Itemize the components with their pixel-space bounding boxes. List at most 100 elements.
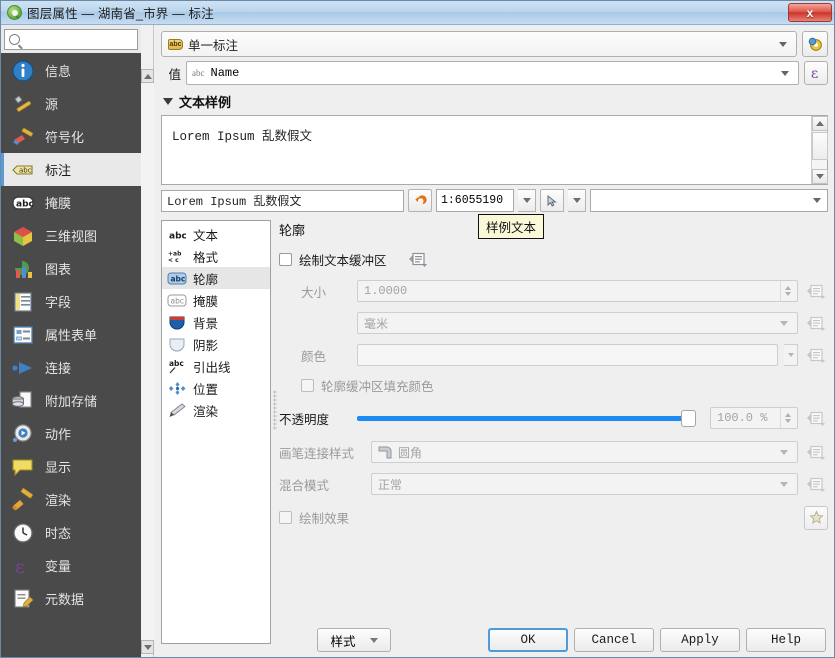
- buffer-opacity-stepper[interactable]: [780, 408, 795, 428]
- panel-item-placement[interactable]: 位置: [162, 377, 270, 399]
- fill-buffer-interior-checkbox[interactable]: [301, 379, 314, 392]
- sidebar-scroll-down-button[interactable]: [141, 640, 154, 654]
- value-field-combo[interactable]: abc Name: [186, 61, 799, 85]
- symbology-icon: [10, 125, 36, 149]
- panel-item-formatting[interactable]: +ab < c 格式: [162, 245, 270, 267]
- buffer-blend-mode-override-button[interactable]: [804, 473, 828, 495]
- map-scale-dropdown-button[interactable]: [518, 189, 536, 212]
- sidebar-scroll-up-button[interactable]: [141, 69, 154, 83]
- panel-item-callouts[interactable]: abc 引出线: [162, 355, 270, 377]
- panel-item-buffer[interactable]: abc 轮廓: [162, 267, 270, 289]
- sidebar-item-fields[interactable]: 字段: [1, 285, 141, 318]
- label-settings-button[interactable]: [802, 31, 828, 57]
- sidebar-item-labels[interactable]: abc 标注: [1, 153, 141, 186]
- search-box[interactable]: [4, 29, 170, 50]
- sidebar-item-joins[interactable]: 连接: [1, 351, 141, 384]
- panel-item-shadow[interactable]: 阴影: [162, 333, 270, 355]
- buffer-join-style-value: 圆角: [398, 445, 423, 460]
- buffer-color-dropdown-button[interactable]: [784, 344, 798, 366]
- sidebar-nav-list: 信息 源 符号化 abc 标注 abc 掩膜 三维视图 图表 字段 属性表单 连…: [1, 54, 141, 657]
- collapse-triangle-icon[interactable]: [163, 98, 173, 105]
- undo-arrow-icon: [414, 195, 427, 204]
- sidebar-item-masks[interactable]: abc 掩膜: [1, 186, 141, 219]
- buffer-join-style-override-button[interactable]: [804, 441, 828, 463]
- text-sample-section-header[interactable]: 文本样例: [155, 85, 834, 115]
- slider-handle[interactable]: [681, 409, 696, 427]
- panel-item-background[interactable]: 背景: [162, 311, 270, 333]
- buffer-unit-override-button[interactable]: [804, 312, 828, 334]
- cancel-button[interactable]: Cancel: [574, 628, 654, 652]
- window-title: 图层属性 — 湖南省_市界 — 标注: [27, 7, 214, 21]
- sidebar-item-symbology[interactable]: 符号化: [1, 120, 141, 153]
- sidebar-item-3d-view[interactable]: 三维视图: [1, 219, 141, 252]
- sidebar-item-variables[interactable]: ɛ 变量: [1, 549, 141, 582]
- sidebar-item-info[interactable]: 信息: [1, 54, 141, 87]
- sample-text-input[interactable]: Lorem Ipsum 乱数假文: [161, 189, 404, 212]
- preview-scrollbar[interactable]: [811, 116, 828, 184]
- panel-item-label: 掩膜: [193, 294, 219, 309]
- sidebar: 信息 源 符号化 abc 标注 abc 掩膜 三维视图 图表 字段 属性表单 连…: [1, 25, 170, 657]
- buffer-blend-mode-combo[interactable]: 正常: [371, 473, 798, 495]
- buffer-join-style-combo[interactable]: 圆角: [371, 441, 798, 463]
- preview-background-combo[interactable]: [590, 189, 828, 212]
- expression-button[interactable]: ɛ: [804, 61, 828, 85]
- buffer-color-override-button[interactable]: [804, 344, 828, 366]
- svg-text:abc: abc: [171, 296, 184, 305]
- sidebar-item-attributes-form[interactable]: 属性表单: [1, 318, 141, 351]
- buffer-size-override-button[interactable]: [804, 280, 828, 302]
- sidebar-item-actions[interactable]: 动作: [1, 417, 141, 450]
- panel-item-label: 渲染: [193, 404, 219, 419]
- variables-icon: ɛ: [10, 554, 36, 578]
- apply-button[interactable]: Apply: [660, 628, 740, 652]
- fields-icon: [10, 290, 36, 314]
- panel-item-rendering[interactable]: 渲染: [162, 399, 270, 421]
- stepper-up-icon: [785, 286, 791, 290]
- draw-text-buffer-checkbox[interactable]: [279, 252, 292, 266]
- data-defined-override-icon: [807, 411, 825, 426]
- ok-button[interactable]: OK: [488, 628, 568, 652]
- sidebar-item-temporal[interactable]: 时态: [1, 516, 141, 549]
- chevron-down-icon: [572, 198, 581, 203]
- buffer-size-input[interactable]: 1.0000: [357, 280, 798, 302]
- buffer-opacity-input[interactable]: 100.0 %: [710, 407, 798, 429]
- svg-text:abc: abc: [169, 231, 186, 241]
- sidebar-item-label: 字段: [45, 295, 72, 310]
- label-mode-combo[interactable]: abc 单一标注: [161, 31, 797, 57]
- buffer-settings-panel: 轮廓 绘制文本缓冲区 大小 1.0000 毫米 颜色 轮廓缓冲区填充颜色 不透明…: [273, 220, 828, 644]
- sidebar-item-metadata[interactable]: 元数据: [1, 582, 141, 615]
- map-scale-combo[interactable]: 1:6055190: [436, 189, 514, 212]
- draw-buffer-override-button[interactable]: [406, 248, 430, 270]
- sidebar-scrollbar-track[interactable]: [141, 83, 154, 640]
- labels-icon: abc: [10, 158, 36, 182]
- panel-splitter-grip[interactable]: [273, 390, 277, 430]
- draw-effects-settings-button[interactable]: [804, 505, 828, 530]
- rendering-brush-icon: [167, 402, 187, 418]
- preview-scroll-thumb[interactable]: [812, 132, 828, 160]
- panel-item-label: 文本: [193, 228, 219, 243]
- sidebar-item-diagrams[interactable]: 图表: [1, 252, 141, 285]
- sidebar-scrollbar[interactable]: [141, 25, 154, 657]
- sidebar-item-display[interactable]: 显示: [1, 450, 141, 483]
- preview-scroll-up-button[interactable]: [812, 116, 828, 131]
- sidebar-item-auxiliary-storage[interactable]: 附加存储: [1, 384, 141, 417]
- pointer-select-button[interactable]: [540, 189, 564, 212]
- buffer-size-stepper[interactable]: [780, 281, 795, 301]
- sidebar-item-source[interactable]: 源: [1, 87, 141, 120]
- chevron-down-icon: [816, 174, 824, 179]
- pointer-select-dropdown-button[interactable]: [568, 189, 586, 212]
- draw-effects-checkbox[interactable]: [279, 511, 292, 524]
- star-effects-icon: [808, 510, 824, 525]
- style-menu-button[interactable]: 样式: [317, 628, 391, 652]
- buffer-unit-combo[interactable]: 毫米: [357, 312, 798, 334]
- reset-sample-text-button[interactable]: [408, 189, 432, 212]
- help-button[interactable]: Help: [746, 628, 826, 652]
- close-button[interactable]: x: [788, 3, 832, 22]
- panel-item-mask[interactable]: abc 掩膜: [162, 289, 270, 311]
- sidebar-item-rendering[interactable]: 渲染: [1, 483, 141, 516]
- buffer-opacity-override-button[interactable]: [804, 407, 828, 429]
- preview-scroll-down-button[interactable]: [812, 169, 828, 184]
- slider-fill: [357, 415, 696, 421]
- buffer-opacity-slider[interactable]: [357, 407, 696, 429]
- panel-item-text[interactable]: abc 文本: [162, 223, 270, 245]
- buffer-color-swatch[interactable]: [357, 344, 778, 366]
